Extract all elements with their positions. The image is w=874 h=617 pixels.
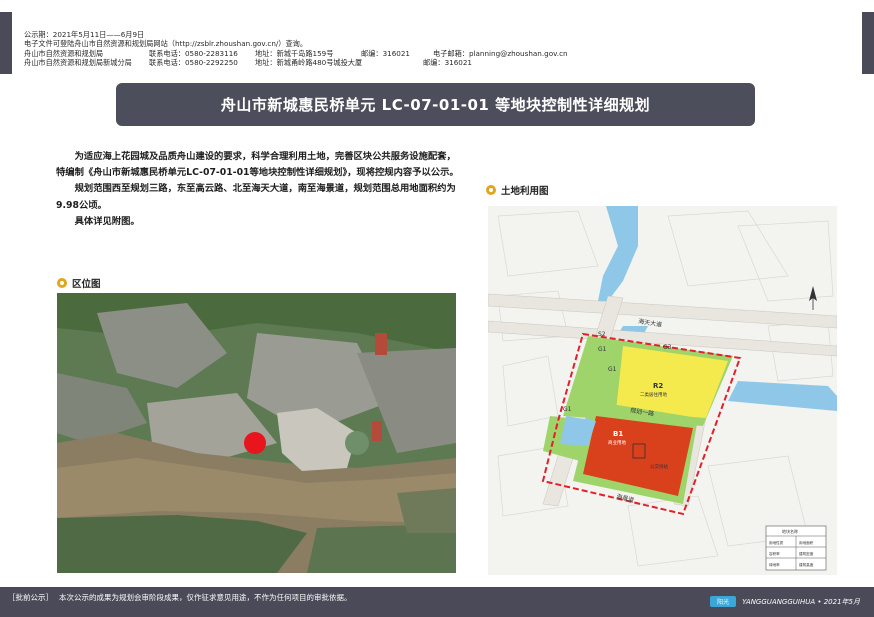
footer-brand: 阳光 YANGGUANGGUIHUA • 2021年5月: [710, 596, 860, 607]
title-banner: 舟山市新城惠民桥单元 LC-07-01-01 等地块控制性详细规划: [116, 83, 755, 126]
parcel-b1-sub: 商业用地: [608, 439, 626, 446]
location-section-label: 区位图: [57, 276, 101, 290]
bullet-icon: [57, 278, 67, 288]
landuse-map[interactable]: 海天大道 规划一路 海景道 R2 二类居住用地 B1 商业用地 G1 G3 S2…: [488, 206, 837, 575]
header-contact-info: 公示期：2021年5月11日——6月9日 电子文件可登陆舟山市自然资源和规划局网…: [24, 30, 844, 68]
footer-notice-text: 本次公示的成果为规划会审阶段成果，仅作征求意见用途，不作为任何项目的审批依据。: [59, 593, 352, 602]
svg-text:容积率: 容积率: [769, 551, 780, 556]
footer-brand-text: YANGGUANGGUIHUA • 2021年5月: [742, 597, 860, 606]
footer-bracket: ［批前公示］: [8, 593, 53, 602]
satellite-image: [57, 293, 456, 573]
intro-paragraph: 具体详见附图。: [74, 215, 140, 227]
intro-text: 为适应海上花园城及品质舟山建设的要求，科学合理利用土地，完善区块公共服务设施配套…: [56, 149, 460, 230]
footer-notice: ［批前公示］ 本次公示的成果为规划会审阶段成果，仅作征求意见用途，不作为任何项目的…: [8, 592, 352, 603]
legend-box: 地块名称 用地性质 用地面积 容积率 建筑密度 绿地率 建筑高度: [765, 525, 827, 571]
parcel-r2-sub: 二类居住用地: [640, 391, 667, 398]
svg-text:用地性质: 用地性质: [769, 540, 784, 545]
parcel-r2-label: R2: [653, 382, 663, 390]
page-title: 舟山市新城惠民桥单元 LC-07-01-01 等地块控制性详细规划: [220, 96, 651, 114]
landuse-section-label: 土地利用图: [486, 183, 549, 197]
brand-logo-icon: 阳光: [710, 596, 737, 607]
svg-text:建筑密度: 建筑密度: [799, 551, 814, 556]
bullet-icon: [486, 185, 496, 195]
footer-bar: ［批前公示］ 本次公示的成果为规划会审阶段成果，仅作征求意见用途，不作为任何项目的…: [0, 587, 874, 617]
parcel-s2-label: S2: [598, 331, 606, 338]
parcel-b1-label: B1: [613, 430, 623, 438]
location-marker: [244, 432, 266, 454]
intro-paragraph: 为适应海上花园城及品质舟山建设的要求，科学合理利用土地，完善区块公共服务设施配套…: [56, 151, 459, 179]
location-map[interactable]: [57, 293, 456, 573]
header-line-website: 电子文件可登陆舟山市自然资源和规划局网站（http://zsblr.zhoush…: [24, 39, 308, 49]
svg-text:用地面积: 用地面积: [799, 540, 814, 545]
legend-title: 地块名称: [782, 528, 798, 534]
header-line-branch: 舟山市自然资源和规划局新城分局 联系电话：0580-2292250 地址：新城甬…: [24, 58, 473, 68]
parcel-g1-label: G1: [598, 346, 607, 353]
parcel-g1-label: G1: [563, 406, 572, 413]
parcel-g3-label: G3: [663, 344, 672, 351]
svg-text:绿地率: 绿地率: [769, 562, 780, 567]
header-line-bureau: 舟山市自然资源和规划局 联系电话：0580-2283116 地址：新城千岛路15…: [24, 48, 568, 58]
parcel-u-label: 公交场站: [650, 463, 668, 470]
left-edge-bar: [0, 12, 12, 74]
landuse-plan: 海天大道 规划一路 海景道 R2 二类居住用地 B1 商业用地 G1 G3 S2…: [488, 206, 837, 575]
parcel-g1-label: G1: [608, 366, 617, 373]
right-edge-bar: [862, 12, 874, 74]
intro-paragraph: 规划范围西至规划三路，东至高云路、北至海天大道，南至海景道，规划范围总用地面积约…: [56, 183, 456, 211]
svg-text:建筑高度: 建筑高度: [799, 562, 814, 567]
header-line-period: 公示期：2021年5月11日——6月9日: [24, 30, 145, 39]
